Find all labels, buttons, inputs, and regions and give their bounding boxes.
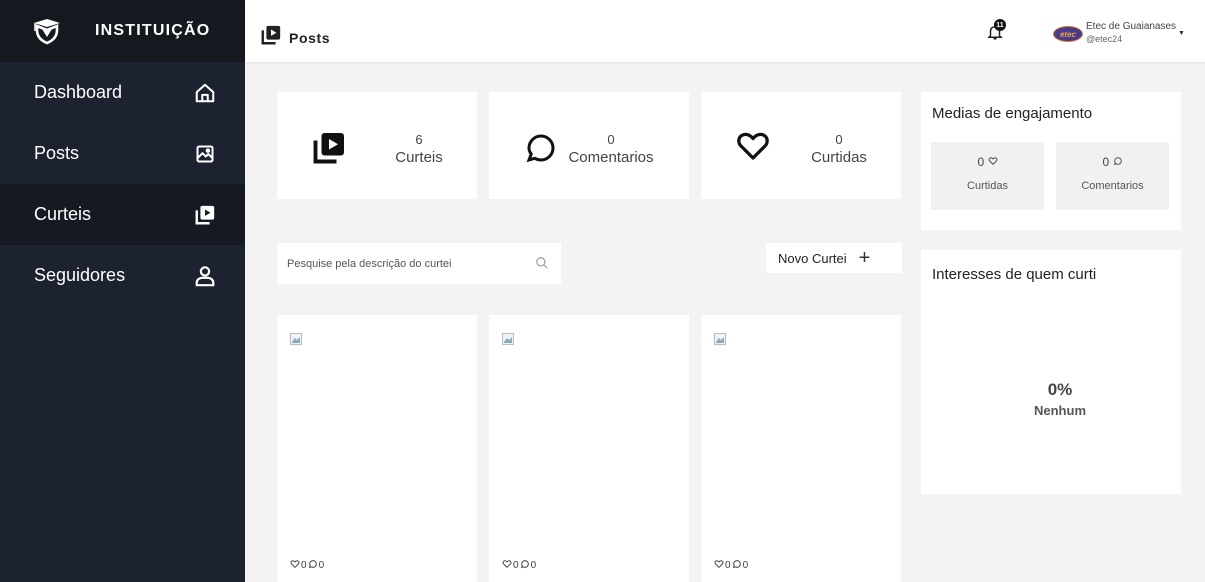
post-card[interactable]: 0 0 <box>277 315 477 582</box>
bell-icon <box>986 25 1004 46</box>
interests-card: Interesses de quem curti 0% Nenhum <box>921 250 1181 494</box>
engagement-title: Medias de engajamento <box>932 105 1093 122</box>
video-library-icon <box>193 203 217 227</box>
stat-value: 6 <box>415 132 423 147</box>
sidebar: INSTITUIÇÃO Dashboard Posts Curteis Segu… <box>0 0 245 582</box>
search-box <box>277 243 561 284</box>
engagement-comments: 0 Comentarios <box>1056 142 1169 210</box>
comment-icon <box>732 559 742 572</box>
stat-label: Curtidas <box>811 149 867 166</box>
post-card[interactable]: 0 0 <box>701 315 901 582</box>
engagement-likes: 0 Curtidas <box>931 142 1044 210</box>
new-curtei-button[interactable]: Novo Curtei + <box>766 243 902 273</box>
user-info[interactable]: Etec de Guaianases @etec24 <box>1086 21 1176 44</box>
interests-title: Interesses de quem curti <box>932 266 1097 283</box>
notification-badge: 11 <box>994 19 1006 31</box>
post-stats: 0 0 <box>502 559 536 572</box>
notifications-button[interactable]: 11 <box>986 19 1006 46</box>
stat-label: Curteis <box>395 149 443 166</box>
stat-value: 0 <box>607 132 615 147</box>
sidebar-item-label: Dashboard <box>34 82 123 102</box>
heart-icon <box>502 559 512 572</box>
comment-icon <box>308 559 318 572</box>
post-comments: 0 <box>742 560 749 571</box>
stat-card-comentarios: 0 Comentarios <box>489 92 689 199</box>
engagement-label: Comentarios <box>1081 180 1144 192</box>
brand[interactable]: INSTITUIÇÃO <box>0 0 245 62</box>
engagement-card: Medias de engajamento 0 Curtidas 0 Comen… <box>921 92 1181 230</box>
engagement-value: 0 <box>1102 155 1110 169</box>
brand-name: INSTITUIÇÃO <box>95 22 211 39</box>
chevron-down-icon[interactable]: ▼ <box>1178 30 1185 37</box>
stat-label: Comentarios <box>568 149 654 166</box>
comment-icon <box>1113 155 1123 169</box>
heart-icon <box>290 559 300 572</box>
user-icon <box>193 264 217 288</box>
sidebar-item-posts[interactable]: Posts <box>0 123 245 184</box>
broken-image-icon <box>502 332 514 345</box>
video-library-icon <box>311 130 347 166</box>
interests-percent: 0% <box>1047 380 1073 399</box>
user-handle: @etec24 <box>1086 34 1123 44</box>
broken-image-icon <box>290 332 302 345</box>
broken-image-icon <box>714 332 726 345</box>
stat-card-curtidas: 0 Curtidas <box>701 92 901 199</box>
interests-label: Nenhum <box>1034 403 1086 418</box>
heart-icon <box>714 559 724 572</box>
post-comments: 0 <box>318 560 325 571</box>
sidebar-item-label: Seguidores <box>34 265 126 285</box>
image-icon <box>193 142 217 166</box>
sidebar-item-curteis[interactable]: Curteis <box>0 184 245 245</box>
post-likes: 0 <box>301 560 307 571</box>
engagement-label: Curtidas <box>967 180 1008 192</box>
user-name: Etec de Guaianases <box>1086 21 1177 32</box>
home-icon <box>193 81 217 105</box>
sidebar-item-label: Curteis <box>34 204 92 224</box>
post-likes: 0 <box>725 560 731 571</box>
stat-value: 0 <box>835 132 843 147</box>
graduation-shield-icon <box>32 16 62 46</box>
new-curtei-label: Novo Curtei <box>778 250 847 266</box>
breadcrumb: Posts <box>260 24 330 51</box>
post-card[interactable]: 0 0 <box>489 315 689 582</box>
search-input[interactable] <box>277 243 527 284</box>
post-stats: 0 0 <box>714 559 748 572</box>
sidebar-item-label: Posts <box>34 143 80 163</box>
top-bar: Posts 11 etec Etec de Guaianases @etec24… <box>245 0 1205 62</box>
engagement-value: 0 <box>977 155 985 169</box>
search-icon[interactable] <box>535 256 550 271</box>
post-comments: 0 <box>530 560 537 571</box>
heart-icon <box>988 155 998 169</box>
comment-icon <box>520 559 530 572</box>
sidebar-nav: Dashboard Posts Curteis Seguidores <box>0 62 245 306</box>
plus-icon: + <box>858 247 871 269</box>
post-stats: 0 0 <box>290 559 324 572</box>
post-likes: 0 <box>513 560 519 571</box>
avatar[interactable]: etec <box>1053 26 1083 42</box>
sidebar-item-seguidores[interactable]: Seguidores <box>0 245 245 306</box>
video-library-icon <box>260 24 282 51</box>
page-title: Posts <box>289 29 331 46</box>
heart-icon <box>735 128 771 164</box>
stat-card-curteis: 6 Curteis <box>277 92 477 199</box>
sidebar-item-dashboard[interactable]: Dashboard <box>0 62 245 123</box>
